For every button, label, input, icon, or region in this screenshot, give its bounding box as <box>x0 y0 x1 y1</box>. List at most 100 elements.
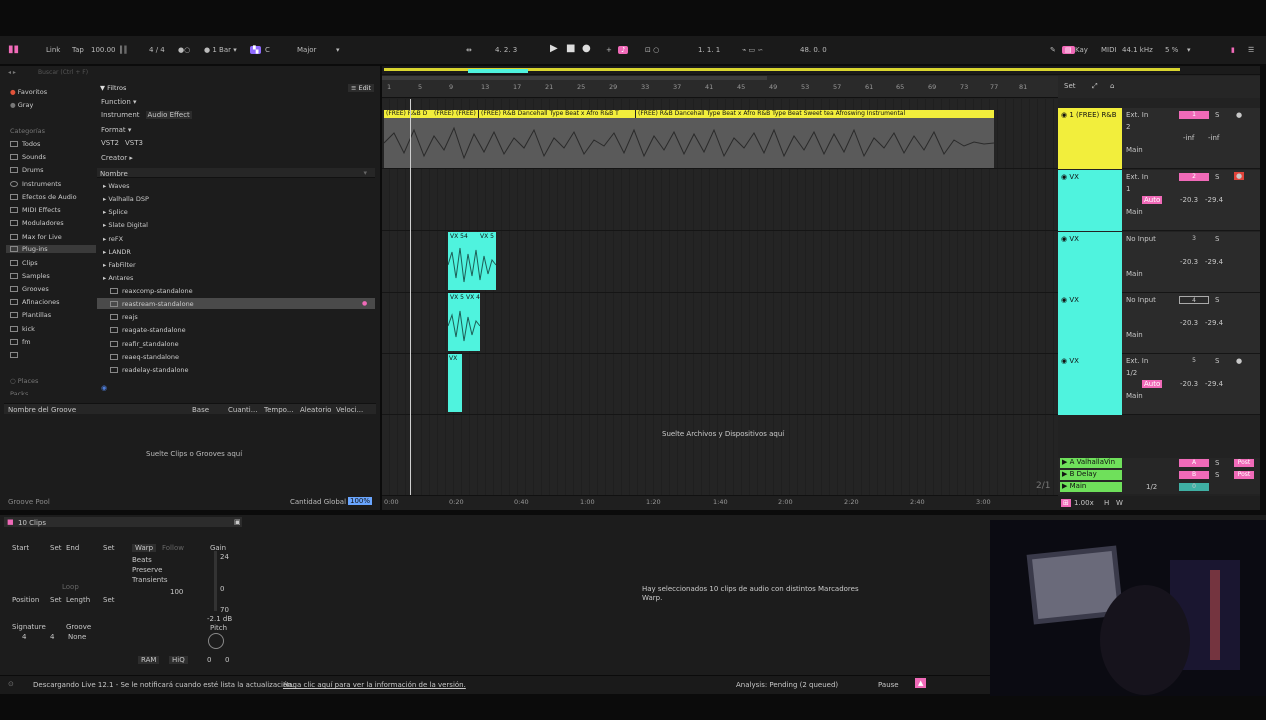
pan-value[interactable]: -inf <box>1208 134 1219 142</box>
output-select[interactable]: Main <box>1126 146 1143 154</box>
cpu-chevron-icon[interactable]: ▾ <box>1187 46 1191 54</box>
input-select[interactable]: No Input <box>1126 296 1156 304</box>
pan-value[interactable]: -29.4 <box>1205 196 1223 204</box>
quantize-select[interactable]: ● 1 Bar ▾ <box>204 46 237 54</box>
lock-icon[interactable]: ⌂ <box>1110 82 1114 90</box>
volume-value[interactable]: -inf <box>1183 134 1194 142</box>
folder-antares[interactable]: ▸ Antares <box>103 274 133 282</box>
folder-splice[interactable]: ▸ Splice <box>103 208 128 216</box>
clip-title[interactable]: (FREE) <box>454 110 478 118</box>
favorite-dot-icon[interactable]: ● <box>362 300 367 307</box>
solo-button[interactable]: S <box>1215 459 1219 467</box>
return-track-a[interactable]: ▶ A ValhallaVin <box>1060 458 1122 468</box>
pause-analysis-button[interactable]: Pause <box>878 681 899 689</box>
track-number[interactable]: 2 <box>1179 173 1209 181</box>
gain-slider[interactable] <box>214 551 217 611</box>
search-input[interactable]: Buscar (Ctrl + F) <box>38 69 88 76</box>
draw-mode-icon[interactable]: ✎ <box>1050 46 1056 54</box>
sidebar-item-unnamed[interactable] <box>10 351 22 359</box>
folder-landr[interactable]: ▸ LANDR <box>103 248 131 256</box>
track-header-3[interactable]: ◉ VX No Input Main 3 S -20.3 -29.4 <box>1058 232 1260 293</box>
track-title-4[interactable]: ◉ VX <box>1058 293 1122 354</box>
groove-col-timing[interactable]: Tempo... <box>264 406 294 414</box>
filter-funnel-icon[interactable]: ▾ <box>363 169 367 177</box>
play-button[interactable]: ▶ <box>550 43 558 54</box>
start-set-button[interactable]: Set <box>50 544 62 552</box>
vx-clip[interactable]: VX <box>448 354 462 412</box>
preview-icon[interactable]: ◉ <box>101 384 107 392</box>
return-track-b[interactable]: ▶ B Delay <box>1060 470 1122 480</box>
arm-icon[interactable]: ● <box>1236 111 1242 119</box>
pitch-knob[interactable] <box>208 633 224 649</box>
follow-button[interactable]: Follow <box>162 544 184 552</box>
return-letter[interactable]: B <box>1179 471 1209 479</box>
solo-button[interactable]: S <box>1215 471 1219 479</box>
sidebar-item-kick[interactable]: kick <box>10 325 35 333</box>
groove-select[interactable]: None <box>68 633 86 641</box>
return-letter[interactable]: A <box>1179 459 1209 467</box>
filter-instrument[interactable]: Instrument <box>101 111 140 119</box>
edit-filters-button[interactable]: ≡ Edit <box>348 84 375 92</box>
hiq-button[interactable]: HiQ <box>169 656 188 664</box>
output-select[interactable]: Main <box>1126 270 1143 278</box>
filter-vst3[interactable]: VST3 <box>125 139 143 147</box>
sidebar-item-midi-effects[interactable]: MIDI Effects <box>10 206 61 214</box>
vx-clip[interactable]: VX 54 VX 5 <box>448 232 496 290</box>
name-column-header[interactable]: Nombre <box>100 170 128 178</box>
punch-icons[interactable]: ⌁ ▭ ∽ <box>742 46 763 54</box>
record-button[interactable]: ● <box>582 43 591 54</box>
zoom-value[interactable]: 1.00x <box>1074 499 1094 507</box>
file-reaxcomp[interactable]: reaxcomp-standalone <box>110 287 193 295</box>
input-select[interactable]: No Input <box>1126 235 1156 243</box>
clip-title[interactable]: (FREE) <box>432 110 454 118</box>
monitor-auto[interactable]: Auto <box>1142 380 1163 388</box>
follow-icon[interactable]: ⇹ <box>466 46 472 54</box>
record-dot-icon[interactable]: ●○ <box>178 46 190 54</box>
solo-button[interactable]: S <box>1215 235 1219 243</box>
capture-icon[interactable]: ⊡ ○ <box>645 46 659 54</box>
volume-value[interactable]: -20.3 <box>1180 380 1198 388</box>
metronome-icon[interactable]: ║║ <box>119 46 127 54</box>
pitch-fine-field[interactable]: 0 <box>225 656 229 664</box>
time-signature[interactable]: 4 / 4 <box>149 46 165 54</box>
w-button[interactable]: W <box>1116 499 1123 507</box>
sig-den-field[interactable]: 4 <box>50 633 54 641</box>
track-lane-2[interactable] <box>382 170 1058 231</box>
post-button[interactable]: Post <box>1234 471 1254 479</box>
tempo-field[interactable]: 100.00 <box>91 46 116 54</box>
solo-button[interactable]: S <box>1215 111 1219 119</box>
pan-value[interactable]: -29.4 <box>1205 258 1223 266</box>
position-set-button[interactable]: Set <box>50 596 62 604</box>
scale-mode-icon[interactable]: ▚ <box>250 46 262 54</box>
folder-fabfilter[interactable]: ▸ FabFilter <box>103 261 136 269</box>
file-reajs[interactable]: reajs <box>110 313 138 321</box>
output-select[interactable]: Main <box>1126 392 1143 400</box>
channel-select[interactable]: 1/2 <box>1126 369 1137 377</box>
input-select[interactable]: Ext. In <box>1126 357 1148 365</box>
sidebar-item-tunings[interactable]: Afinaciones <box>10 298 60 306</box>
menu-icon[interactable]: ☰ <box>1248 46 1254 54</box>
volume-value[interactable]: -20.3 <box>1180 258 1198 266</box>
track-header-5[interactable]: ◉ VX Ext. In 1/2 Auto Main 5 S ● -20.3 -… <box>1058 354 1260 415</box>
loop-length-field[interactable]: 48. 0. 0 <box>800 46 827 54</box>
end-set-button[interactable]: Set <box>103 544 115 552</box>
input-select[interactable]: Ext. In <box>1126 111 1148 119</box>
sidebar-item-grooves[interactable]: Grooves <box>10 285 49 293</box>
track-title-3[interactable]: ◉ VX <box>1058 232 1122 293</box>
sidebar-item-drums[interactable]: Drums <box>10 166 44 174</box>
sig-num-field[interactable]: 4 <box>22 633 26 641</box>
groove-col-base[interactable]: Base <box>192 406 209 414</box>
file-reaeq[interactable]: reaeq-standalone <box>110 353 179 361</box>
loop-button[interactable]: Loop <box>62 583 79 591</box>
post-button[interactable]: Post <box>1234 459 1254 467</box>
clip-title[interactable]: (FREE) R&B Dancehall Type Beat x Afro R&… <box>479 110 635 118</box>
sidebar-item-todos[interactable]: Todos <box>10 140 40 148</box>
output-select[interactable]: Main <box>1126 331 1143 339</box>
format-filter[interactable]: Format ▾ <box>101 126 131 134</box>
sidebar-item-fm[interactable]: fm <box>10 338 31 346</box>
track-number[interactable]: 1 <box>1179 111 1209 119</box>
sidebar-favorite-gray[interactable]: ● Gray <box>10 101 33 109</box>
input-select[interactable]: Ext. In <box>1126 173 1148 181</box>
warp-button[interactable]: Warp <box>132 544 157 552</box>
info-icon[interactable]: ⊙ <box>8 680 14 688</box>
